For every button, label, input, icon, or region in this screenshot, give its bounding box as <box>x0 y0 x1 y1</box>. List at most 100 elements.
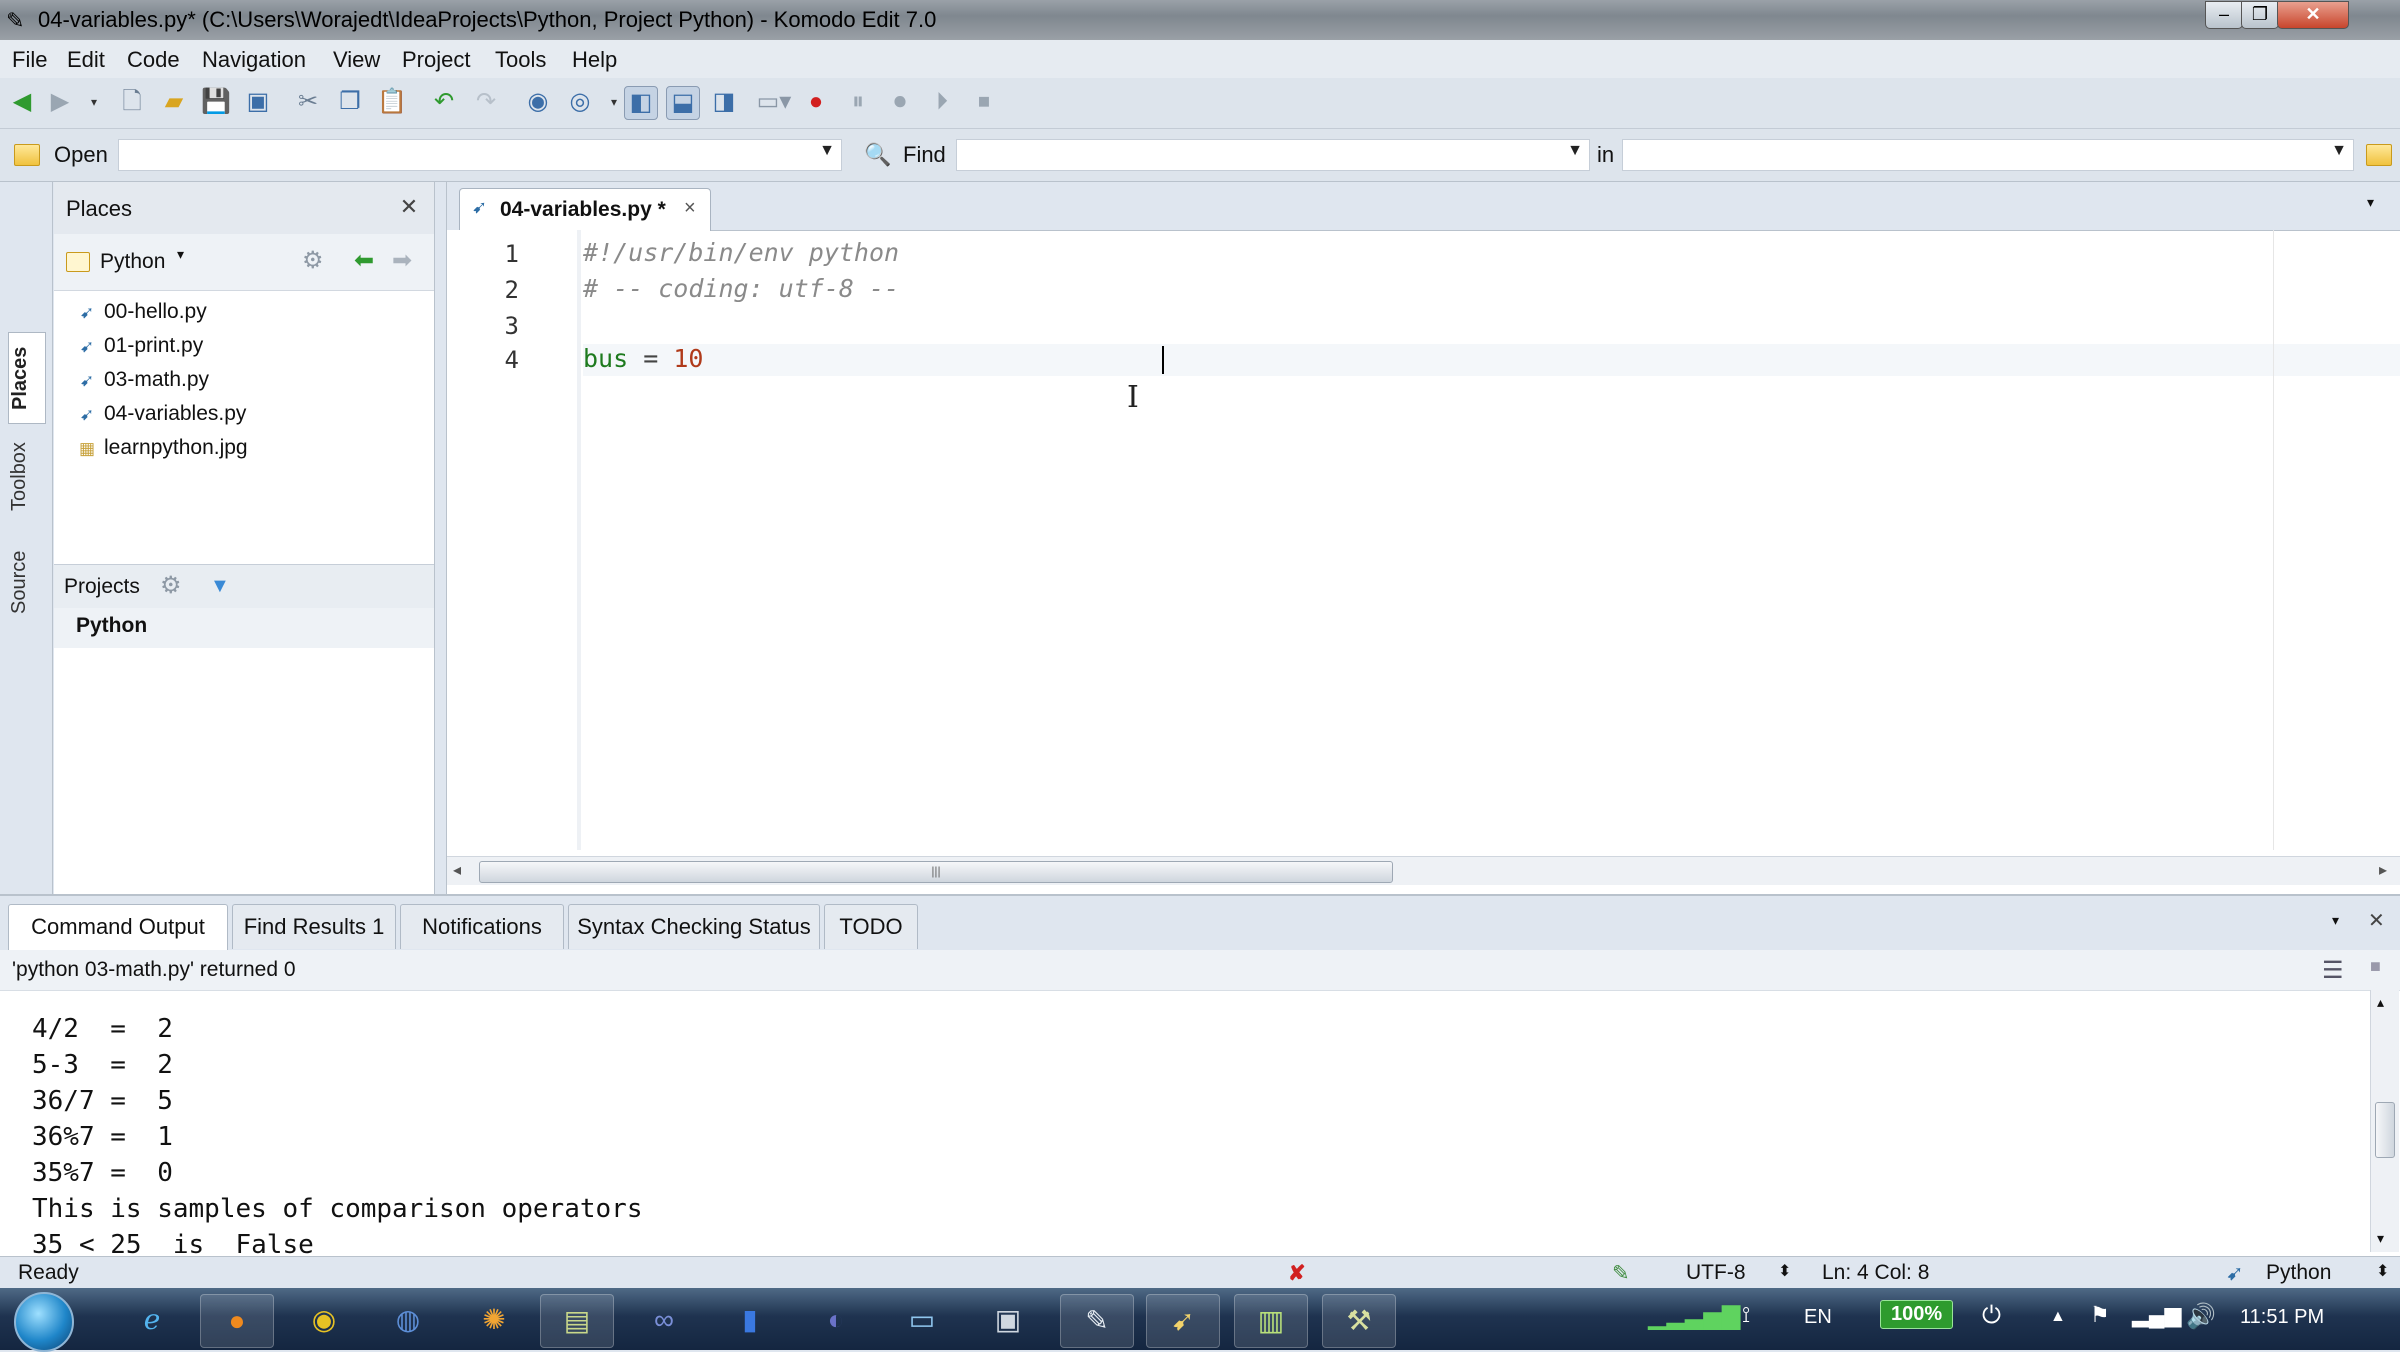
stop-macro-icon[interactable]: ⏺ <box>884 86 916 118</box>
redo-icon[interactable]: ↷ <box>470 86 502 118</box>
network-icon[interactable]: ▂▄▆ <box>2132 1302 2181 1328</box>
syntax-error-icon[interactable]: ✘ <box>1288 1261 1306 1286</box>
status-language[interactable]: Python <box>2266 1261 2331 1285</box>
app-globe-icon[interactable]: ◍ <box>372 1294 444 1346</box>
find-in-input[interactable]: ▼ <box>1622 139 2354 171</box>
menu-file[interactable]: File <box>12 47 47 73</box>
right-pane-toggle-icon[interactable]: ◨ <box>708 86 740 118</box>
tab-find-results[interactable]: Find Results 1 <box>232 904 396 949</box>
file-item[interactable]: ➹ 03-math.py <box>76 368 209 392</box>
open-file-icon[interactable]: ▰ <box>158 86 190 118</box>
code-line-1[interactable]: #!/usr/bin/env python <box>583 238 899 267</box>
tray-clock[interactable]: 11:51 PM <box>2240 1306 2324 1329</box>
chevron-down-icon[interactable]: ▾ <box>2367 194 2374 211</box>
chrome-icon[interactable]: ◉ <box>288 1294 360 1346</box>
wireless-icon[interactable]: ⟟ <box>1742 1302 1750 1328</box>
internet-explorer-icon[interactable]: ℯ <box>116 1294 188 1346</box>
gear-icon[interactable]: ⚙ <box>160 571 182 600</box>
close-icon[interactable]: × <box>684 197 696 220</box>
app-tools-icon[interactable]: ⚒ <box>1322 1294 1396 1348</box>
menu-help[interactable]: Help <box>572 47 617 73</box>
action-center-icon[interactable]: ⚑ <box>2090 1302 2110 1328</box>
editor-tab[interactable]: ➹ 04-variables.py * × <box>459 188 711 231</box>
code-line-2[interactable]: # -- coding: utf-8 -- <box>583 274 899 303</box>
menu-code[interactable]: Code <box>127 47 180 73</box>
menu-project[interactable]: Project <box>402 47 470 73</box>
tab-command-output[interactable]: Command Output <box>8 904 228 951</box>
history-dropdown-icon[interactable]: ▾ <box>78 86 110 118</box>
open-input[interactable]: ▼ <box>118 139 842 171</box>
tab-syntax-checking-status[interactable]: Syntax Checking Status <box>568 904 820 949</box>
save-all-icon[interactable]: ▣ <box>242 86 274 118</box>
app-ide-icon[interactable]: ▮ <box>714 1294 786 1346</box>
tab-toolbox[interactable]: Toolbox <box>8 422 44 532</box>
file-item[interactable]: ➹ 00-hello.py <box>76 300 207 324</box>
chevron-down-icon[interactable]: ▼ <box>1567 142 1583 160</box>
find-input[interactable]: ▼ <box>956 139 1590 171</box>
bottom-pane-toggle-icon[interactable]: ⬓ <box>666 86 700 120</box>
app-terminal-icon[interactable]: ▣ <box>972 1294 1044 1346</box>
chevron-updown-icon[interactable]: ⬍ <box>2376 1261 2389 1281</box>
new-file-icon[interactable]: 🗋 <box>116 86 148 118</box>
scroll-down-icon[interactable]: ▾ <box>2377 1230 2384 1247</box>
scroll-up-icon[interactable]: ▴ <box>2377 994 2384 1011</box>
save-macro-icon[interactable]: ⏹ <box>968 86 1000 118</box>
menu-edit[interactable]: Edit <box>67 47 105 73</box>
forward-icon[interactable]: ▶ <box>44 86 76 118</box>
minimize-button[interactable]: – <box>2205 1 2243 29</box>
scrollbar-thumb[interactable] <box>2375 1102 2395 1158</box>
gear-icon[interactable]: ⚙ <box>302 246 324 275</box>
battery-indicator[interactable]: 100% <box>1880 1300 1954 1329</box>
left-pane-toggle-icon[interactable]: ◧ <box>624 86 658 120</box>
app-monitor-icon[interactable]: ▭ <box>886 1294 958 1346</box>
scroll-right-icon[interactable]: ▸ <box>2379 860 2387 880</box>
tab-source[interactable]: Source <box>8 532 44 632</box>
file-item[interactable]: ➹ 01-print.py <box>76 334 203 358</box>
chevron-down-icon[interactable]: ▾ <box>2332 912 2339 929</box>
power-plug-icon[interactable]: ⏻ <box>1982 1302 2001 1330</box>
vertical-scrollbar[interactable]: ▴ ▾ <box>2370 990 2399 1252</box>
forward-arrow-icon[interactable]: ➡ <box>392 246 412 275</box>
tab-places[interactable]: Places <box>8 332 46 424</box>
komodo-taskbar-icon[interactable]: ✎ <box>1060 1294 1134 1348</box>
chevron-down-icon[interactable]: ▼ <box>819 142 835 160</box>
play-macro-icon[interactable]: ⏵ <box>926 86 958 118</box>
save-icon[interactable]: 💾 <box>200 86 232 118</box>
tab-notifications[interactable]: Notifications <box>400 904 564 949</box>
volume-icon[interactable]: 🔊 <box>2186 1302 2216 1331</box>
copy-icon[interactable]: ❐ <box>334 86 366 118</box>
close-window-button[interactable]: ✕ <box>2277 1 2349 29</box>
macro-dropdown-icon[interactable]: ▭▾ <box>752 86 796 118</box>
close-icon[interactable]: ✕ <box>394 192 424 222</box>
close-icon[interactable]: ✕ <box>2368 908 2385 933</box>
undo-icon[interactable]: ↶ <box>428 86 460 118</box>
file-item[interactable]: ▦ learnpython.jpg <box>76 436 248 460</box>
chevron-updown-icon[interactable]: ⬍ <box>1778 1261 1791 1281</box>
start-button-icon[interactable] <box>14 1292 74 1352</box>
places-root-label[interactable]: Python <box>100 250 165 274</box>
chevron-down-icon[interactable]: ▾ <box>177 246 184 263</box>
chevron-down-icon[interactable]: ▼ <box>2331 142 2347 160</box>
signal-strength-icon[interactable]: ▁▂▃▅▇ <box>1648 1302 1740 1331</box>
debug-icon[interactable]: ◉ <box>522 86 554 118</box>
paste-icon[interactable]: 📋 <box>376 86 408 118</box>
chevron-down-icon[interactable]: ▼ <box>210 575 230 598</box>
scrollbar-thumb[interactable]: ||| <box>479 861 1393 883</box>
cut-icon[interactable]: ✂ <box>292 86 324 118</box>
python-taskbar-icon[interactable]: ➹ <box>1146 1294 1220 1348</box>
browse-folder-icon[interactable] <box>2366 144 2392 166</box>
maximize-button[interactable]: ❐ <box>2241 1 2279 29</box>
stop-icon[interactable]: ■ <box>2370 956 2381 977</box>
status-encoding[interactable]: UTF-8 <box>1686 1261 1746 1285</box>
firefox-icon[interactable]: ● <box>200 1294 274 1348</box>
code-line-4[interactable]: bus = 10 <box>583 344 703 373</box>
horizontal-scrollbar[interactable]: ◂ ||| ▸ <box>447 856 2400 885</box>
file-item[interactable]: ➹ 04-variables.py <box>76 402 247 426</box>
app-media-icon[interactable]: ✺ <box>458 1294 530 1346</box>
record-macro-icon[interactable]: ● <box>800 86 832 118</box>
app-notes-icon[interactable]: ▥ <box>1234 1294 1308 1348</box>
tray-language[interactable]: EN <box>1804 1306 1832 1329</box>
project-item[interactable]: Python <box>76 614 147 638</box>
menu-navigation[interactable]: Navigation <box>202 47 306 73</box>
run-icon[interactable]: ◎ <box>564 86 596 118</box>
